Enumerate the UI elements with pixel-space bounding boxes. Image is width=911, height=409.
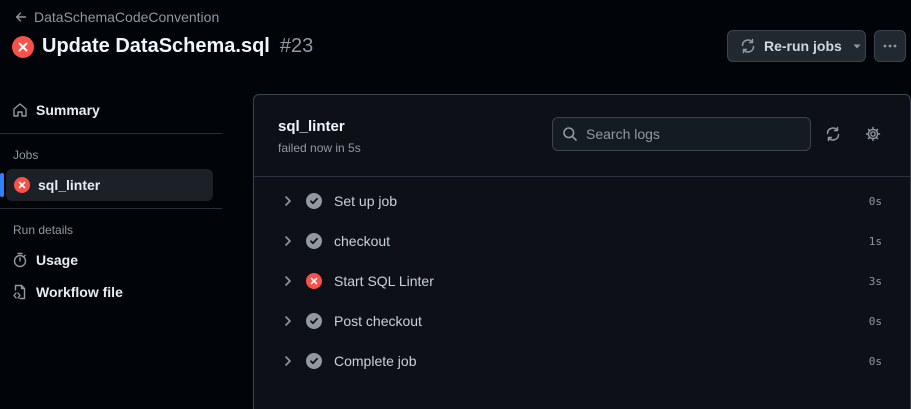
x-circle-icon <box>12 35 34 58</box>
check-circle-icon <box>306 313 322 329</box>
stopwatch-icon <box>13 252 27 268</box>
log-settings-button[interactable] <box>864 125 882 143</box>
sidebar-item-usage[interactable]: Usage <box>0 244 222 276</box>
job-log-panel: sql_linter failed now in 5s Set <box>253 94 911 409</box>
page-title-row: Update DataSchema.sql #23 <box>12 35 313 58</box>
step-duration: 3s <box>868 274 882 288</box>
kebab-horizontal-icon <box>883 44 897 48</box>
step-duration: 1s <box>868 234 882 248</box>
step-duration: 0s <box>868 194 882 208</box>
chevron-right-icon <box>285 316 291 326</box>
sync-icon <box>826 126 840 142</box>
sidebar-item-label: Workflow file <box>36 284 123 300</box>
more-options-button[interactable] <box>874 30 906 62</box>
refresh-logs-button[interactable] <box>824 125 842 143</box>
search-logs-input[interactable] <box>586 126 796 142</box>
search-logs-field[interactable] <box>552 117 811 151</box>
job-steps-list: Set up job 0s checkout 1s Start SQL Lint… <box>254 181 910 381</box>
step-duration: 0s <box>868 354 882 368</box>
workflow-run-page: DataSchemaCodeConvention Update DataSche… <box>0 0 911 409</box>
sidebar-item-sql-linter[interactable]: sql_linter <box>0 169 213 201</box>
step-name: Start SQL Linter <box>334 273 434 289</box>
sidebar-item-label: sql_linter <box>38 177 101 193</box>
chevron-right-icon <box>285 236 291 246</box>
sidebar-divider <box>0 208 222 209</box>
x-circle-icon <box>306 273 322 289</box>
x-circle-icon <box>14 177 30 193</box>
rerun-jobs-button[interactable]: Re-run jobs <box>727 30 866 62</box>
rerun-jobs-label: Re-run jobs <box>764 38 842 54</box>
step-duration: 0s <box>868 314 882 328</box>
check-circle-icon <box>306 233 322 249</box>
sidebar-item-workflow-file[interactable]: Workflow file <box>0 276 222 308</box>
home-icon <box>13 103 27 117</box>
check-circle-icon <box>306 193 322 209</box>
step-name: checkout <box>334 233 391 249</box>
job-step[interactable]: Post checkout 0s <box>254 301 910 341</box>
job-step[interactable]: checkout 1s <box>254 221 910 261</box>
sidebar-item-label: Summary <box>36 102 100 118</box>
back-link[interactable]: DataSchemaCodeConvention <box>14 9 219 25</box>
sidebar-heading-jobs: Jobs <box>13 148 39 162</box>
step-name: Set up job <box>334 193 398 209</box>
file-code-icon <box>13 284 26 300</box>
back-link-label: DataSchemaCodeConvention <box>34 9 220 25</box>
step-name: Post checkout <box>334 313 422 329</box>
job-step[interactable]: Complete job 0s <box>254 341 910 381</box>
chevron-right-icon <box>285 356 291 366</box>
arrow-left-icon <box>15 12 27 22</box>
job-status: failed now in 5s <box>278 141 361 155</box>
step-name: Complete job <box>334 353 417 369</box>
page-title: Update DataSchema.sql <box>42 35 270 57</box>
sidebar: Summary Jobs sql_linter Run details Usag… <box>0 94 222 308</box>
job-step[interactable]: Set up job 0s <box>254 181 910 221</box>
job-title: sql_linter <box>278 118 345 135</box>
sidebar-item-label: Usage <box>36 252 79 268</box>
chevron-right-icon <box>285 276 291 286</box>
sync-icon <box>741 38 755 54</box>
chevron-right-icon <box>285 196 291 206</box>
search-icon <box>563 127 577 141</box>
sidebar-item-summary[interactable]: Summary <box>0 94 222 126</box>
gear-icon <box>865 126 881 142</box>
triangle-down-icon <box>853 44 861 49</box>
job-step[interactable]: Start SQL Linter 3s <box>254 261 910 301</box>
sidebar-heading-run-details: Run details <box>13 223 74 237</box>
run-number: #23 <box>279 35 314 57</box>
sidebar-divider <box>0 133 222 134</box>
check-circle-icon <box>306 353 322 369</box>
panel-divider <box>254 176 910 177</box>
